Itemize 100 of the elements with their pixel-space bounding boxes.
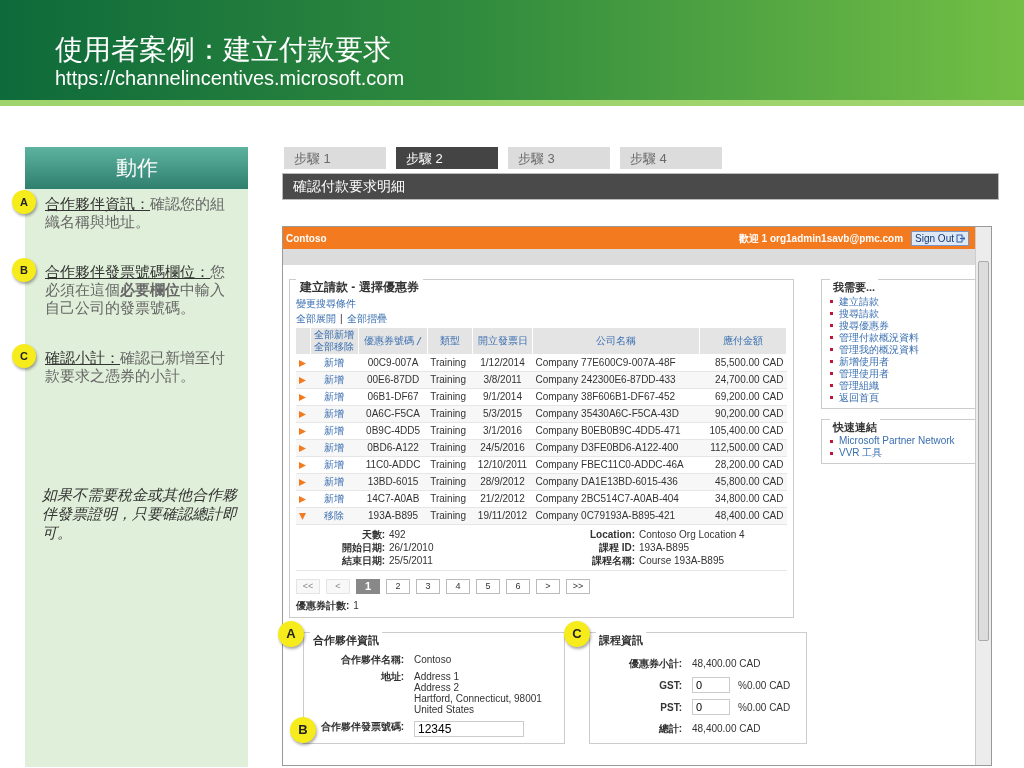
voucher-type: Training — [430, 408, 466, 419]
column-header[interactable]: 公司名稱 — [596, 335, 637, 346]
invoice-date: 9/1/2014 — [483, 391, 522, 402]
bullet-icon — [830, 324, 833, 327]
marker-label: B — [12, 258, 36, 282]
detail-label: 課程 ID: — [597, 540, 636, 554]
sidebar-link[interactable]: Microsoft Partner Network — [839, 435, 955, 447]
step-tab[interactable]: 步驟 1 — [284, 147, 386, 169]
field-label: GST: — [658, 678, 683, 693]
step-tab[interactable]: 步驟 4 — [620, 147, 722, 169]
column-header[interactable]: 類型 — [439, 335, 460, 346]
expand-arrow-icon[interactable] — [299, 376, 306, 384]
voucher-code: 14C7-A0AB — [366, 493, 420, 504]
amount-due: 90,200.00 CAD — [715, 408, 784, 419]
voucher-type: Training — [430, 493, 466, 504]
detail-label: 結束日期: — [340, 553, 386, 567]
field-value: 48,400.00 CAD — [692, 722, 762, 736]
expand-arrow-icon[interactable] — [299, 393, 306, 401]
sidebar-link[interactable]: 管理使用者 — [839, 367, 889, 380]
voucher-type: Training — [430, 510, 466, 521]
page-button[interactable]: 6 — [506, 578, 530, 594]
remove-all-link[interactable]: 全部移除 — [312, 341, 357, 353]
bullet-icon — [830, 336, 833, 339]
bullet-icon — [830, 372, 833, 375]
voucher-code: 00E6-87DD — [366, 374, 420, 385]
page-button[interactable]: 5 — [476, 578, 500, 594]
slide-title: 使用者案例：建立付款要求 — [55, 34, 392, 66]
expand-arrow-icon[interactable] — [299, 478, 306, 486]
detail-value: 26/1/2010 — [389, 540, 435, 554]
sidebar-link[interactable]: VVR 工具 — [839, 447, 883, 459]
company-name: Company D3FE0BD6-A122-400 — [535, 442, 679, 453]
step-tab[interactable]: 步驟 3 — [508, 147, 610, 169]
page-button[interactable]: 3 — [416, 578, 440, 594]
company-name: Company DA1E13BD-6015-436 — [535, 476, 678, 487]
collapse-arrow-icon[interactable] — [299, 512, 306, 520]
invoice-date: 3/8/2011 — [483, 374, 522, 385]
amount-due: 105,400.00 CAD — [709, 425, 784, 436]
tax-field[interactable]: 0 — [692, 699, 730, 715]
detail-value: Course 193A-B895 — [639, 553, 726, 567]
separator-text: | — [340, 312, 343, 326]
expand-arrow-icon[interactable] — [299, 410, 306, 418]
scrollbar[interactable] — [975, 227, 991, 765]
sidebar-link[interactable]: 返回首頁 — [839, 391, 879, 404]
change-search-link[interactable]: 變更搜尋條件 — [296, 298, 356, 309]
detail-value: 193A-B895 — [639, 540, 691, 554]
detail-value: Contoso Org Location 4 — [639, 527, 746, 541]
expand-arrow-icon[interactable] — [299, 444, 306, 452]
bullet-icon — [830, 384, 833, 387]
invoice-date: 1/12/2014 — [480, 356, 525, 368]
company-name: Company 35430A6C-F5CA-43D — [535, 408, 679, 419]
column-header[interactable]: 應付金額 — [723, 335, 764, 346]
invoice-date: 5/3/2015 — [483, 408, 522, 419]
page-button[interactable]: 2 — [386, 578, 410, 594]
section-title: 建立請款 - 選擇優惠券 — [296, 278, 423, 296]
amount-due: 48,400.00 CAD — [715, 510, 784, 521]
sidebar-link[interactable]: 管理付款概況資料 — [839, 331, 919, 344]
sort-icon[interactable] — [416, 337, 423, 346]
panel-title: 課程資訊 — [596, 631, 646, 648]
callout-marker: A — [278, 620, 304, 647]
voucher-type: Training — [430, 425, 466, 436]
page-button[interactable]: 1 — [356, 578, 380, 594]
tax-field[interactable]: 0 — [692, 677, 730, 693]
expand-arrow-icon[interactable] — [299, 495, 306, 503]
sidebar-link[interactable]: 管理組織 — [839, 379, 879, 392]
bullet-icon — [830, 312, 833, 315]
voucher-type: Training — [430, 356, 466, 368]
sidebar-link[interactable]: 新增使用者 — [839, 355, 889, 368]
amount-due: 112,500.00 CAD — [710, 442, 784, 453]
step-tab[interactable]: 步驟 2 — [396, 147, 498, 169]
expand-all-link[interactable]: 全部展開 — [296, 311, 336, 326]
detail-value: 25/5/2011 — [389, 553, 434, 567]
invoice-date: 24/5/2016 — [480, 442, 525, 453]
bullet-icon — [830, 360, 833, 363]
note-text: 如果不需要稅金或其他合作夥伴發票證明，只要確認總計即可。 — [41, 485, 239, 542]
panel-title: 合作夥伴資訊 — [310, 631, 382, 648]
page-button[interactable]: > — [536, 578, 560, 594]
sign-out-button[interactable]: Sign Out — [911, 230, 969, 246]
marker-label: A — [12, 190, 36, 214]
voucher-code: 193A-B895 — [368, 510, 419, 521]
expand-arrow-icon[interactable] — [299, 359, 306, 367]
sidebar-link[interactable]: 搜尋請款 — [839, 307, 879, 320]
invoice-date: 12/10/2011 — [477, 459, 528, 470]
detail-label: 天數: — [360, 527, 386, 541]
expand-arrow-icon[interactable] — [299, 427, 306, 435]
count-value: 1 — [353, 598, 359, 613]
voucher-code: 00C9-007A — [367, 356, 419, 368]
page-button[interactable]: >> — [566, 578, 590, 594]
expand-arrow-icon[interactable] — [299, 461, 306, 469]
field-value: 48,400.00 CAD — [692, 657, 762, 671]
add-all-link[interactable]: 全部新增 — [312, 329, 357, 341]
field-label: PST: — [659, 700, 683, 715]
sidebar-link[interactable]: 管理我的概況資料 — [839, 343, 919, 356]
exit-icon — [956, 233, 965, 243]
detail-label: 開始日期: — [340, 540, 386, 554]
sidebar-link[interactable]: 搜尋優惠券 — [839, 319, 889, 332]
sidebar-link[interactable]: 建立請款 — [839, 295, 879, 308]
voucher-code: 0A6C-F5CA — [366, 408, 420, 419]
collapse-all-link[interactable]: 全部摺疊 — [346, 311, 387, 326]
invoice-number-field[interactable]: 12345 — [414, 721, 524, 737]
page-button[interactable]: 4 — [446, 578, 470, 594]
